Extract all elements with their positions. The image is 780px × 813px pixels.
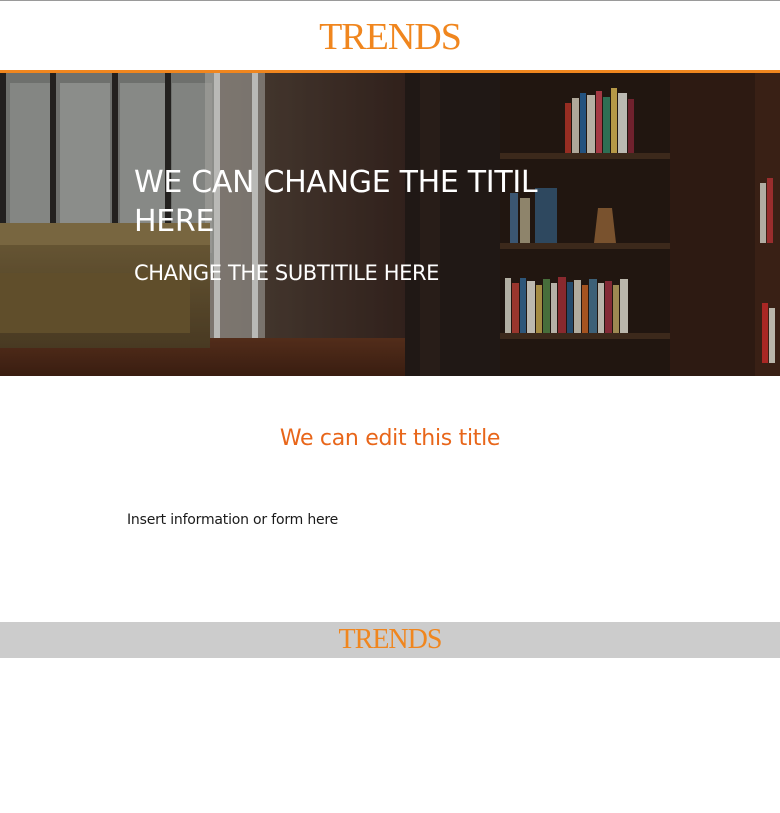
section-title: We can edit this title <box>279 426 501 451</box>
footer-trends-logo[interactable]: TRENDS <box>339 626 443 654</box>
hero-banner: WE CAN CHANGE THE TITIL HERE CHANGE THE … <box>0 73 780 376</box>
landing-page: TRENDS WE CAN CHANGE THE TITIL HERE CHAN… <box>0 0 780 813</box>
site-footer: TRENDS <box>0 622 780 658</box>
site-header: TRENDS <box>0 1 780 70</box>
hero-subtitle: CHANGE THE SUBTITILE HERE <box>134 261 440 285</box>
hero-title: WE CAN CHANGE THE TITIL HERE <box>134 165 538 239</box>
info-placeholder-text: Insert information or form here <box>127 512 339 528</box>
trends-logo[interactable]: TRENDS <box>319 18 462 56</box>
